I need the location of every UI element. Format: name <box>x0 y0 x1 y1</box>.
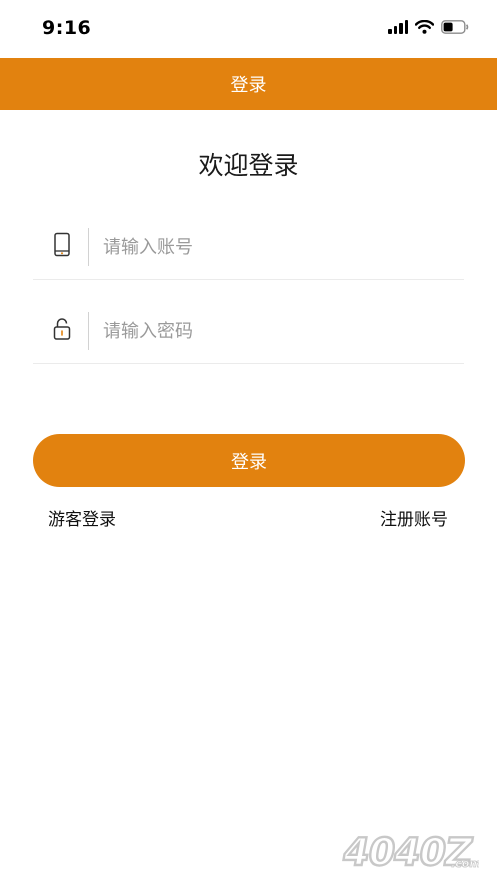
wifi-icon <box>415 20 434 34</box>
login-screen: 9:16 登录 欢迎登录 请输入账号 登录 游客登录 注册账号 4040Z .c… <box>0 0 497 883</box>
header-title: 登录 <box>230 75 267 96</box>
password-divider <box>88 312 89 350</box>
account-input[interactable] <box>103 228 453 266</box>
lock-icon <box>53 318 71 340</box>
password-input[interactable] <box>103 312 453 350</box>
account-divider <box>88 228 89 266</box>
password-field <box>33 304 464 364</box>
battery-icon <box>441 20 469 34</box>
header-bar: 登录 <box>0 58 497 110</box>
status-bar: 9:16 <box>0 0 497 58</box>
watermark-logo: 4040Z .com <box>338 829 479 875</box>
status-time: 9:16 <box>42 17 92 39</box>
login-button[interactable]: 登录 <box>33 434 465 487</box>
guest-login-link[interactable]: 游客登录 <box>48 505 116 530</box>
signal-icon <box>388 20 408 34</box>
status-icons <box>388 20 469 34</box>
account-field <box>33 220 464 280</box>
svg-text:.com: .com <box>450 857 479 870</box>
register-link[interactable]: 注册账号 <box>380 505 448 530</box>
welcome-title: 欢迎登录 <box>198 151 299 180</box>
phone-icon <box>54 232 70 257</box>
